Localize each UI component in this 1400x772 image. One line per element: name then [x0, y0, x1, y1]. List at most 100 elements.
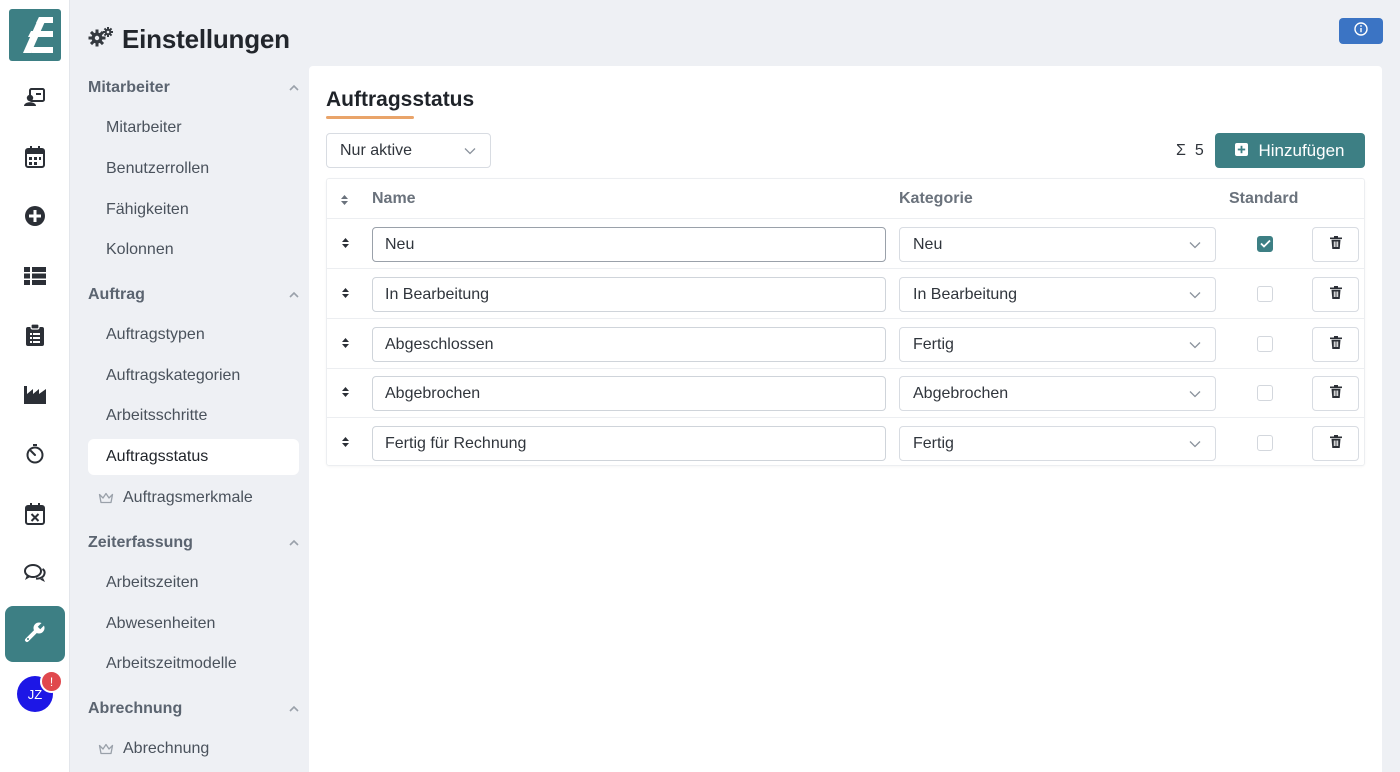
status-name-input[interactable]: [372, 277, 886, 312]
category-value: In Bearbeitung: [913, 285, 1018, 303]
plus-circle-icon: [24, 205, 46, 232]
menu-item-abwesenheiten[interactable]: Abwesenheiten: [88, 606, 299, 642]
trash-icon: [1329, 335, 1342, 354]
menu-item-arbeitszeitmodelle[interactable]: Arbeitszeitmodelle: [88, 646, 299, 682]
category-select[interactable]: Neu: [899, 227, 1216, 262]
rail-timer-button[interactable]: [5, 428, 65, 484]
column-header-name[interactable]: Name: [372, 190, 416, 208]
rail-clipboard-button[interactable]: [5, 309, 65, 365]
info-button[interactable]: [1339, 18, 1383, 44]
page-title-text: Einstellungen: [122, 23, 290, 54]
menu-item-mitarbeiter[interactable]: Mitarbeiter: [88, 110, 299, 146]
rail-list-button[interactable]: [5, 250, 65, 306]
menu-item-label: Benutzerrollen: [106, 160, 210, 177]
app-logo[interactable]: [9, 9, 61, 61]
category-value: Abgebrochen: [913, 384, 1009, 402]
category-value: Neu: [913, 235, 943, 253]
menu-item-auftragstypen[interactable]: Auftragstypen: [88, 317, 299, 353]
section-title: Auftragsstatus: [326, 88, 475, 111]
default-checkbox[interactable]: [1257, 236, 1273, 252]
menu-item-label: Mitarbeiter: [106, 119, 182, 136]
drag-handle-icon[interactable]: [341, 336, 350, 354]
drag-handle-icon[interactable]: [341, 435, 350, 453]
rail-chart-button[interactable]: [5, 369, 65, 425]
crown-icon: [98, 743, 114, 755]
menu-group-zeiterfassung[interactable]: Zeiterfassung: [88, 529, 300, 557]
info-icon: [1354, 21, 1368, 41]
table-row: Neu: [327, 219, 1364, 269]
chevron-up-icon: [288, 534, 300, 552]
status-name-input[interactable]: [372, 426, 886, 461]
rail-calendar-button[interactable]: [5, 131, 65, 187]
default-checkbox[interactable]: [1257, 336, 1273, 352]
rail-add-button[interactable]: [5, 190, 65, 246]
column-header-default[interactable]: Standard: [1229, 190, 1298, 208]
default-checkbox[interactable]: [1257, 385, 1273, 401]
menu-item-label: Arbeitsschritte: [106, 407, 208, 424]
add-button[interactable]: Hinzufügen: [1215, 133, 1365, 168]
category-value: Fertig: [913, 335, 954, 353]
delete-button[interactable]: [1312, 327, 1359, 362]
trash-icon: [1329, 384, 1342, 403]
menu-item-label: Abwesenheiten: [106, 615, 216, 632]
rail-absence-button[interactable]: [5, 488, 65, 544]
menu-item-benutzerrollen[interactable]: Benutzerrollen: [88, 151, 299, 187]
menu-item-label: Kolonnen: [106, 241, 174, 258]
menu-group-auftrag[interactable]: Auftrag: [88, 281, 300, 309]
category-select[interactable]: Fertig: [899, 327, 1216, 362]
sort-icon[interactable]: [340, 193, 349, 211]
status-name-input[interactable]: [372, 227, 886, 262]
menu-group-label: Abrechnung: [88, 700, 183, 717]
table-row: Fertig: [327, 319, 1364, 369]
table-row: In Bearbeitung: [327, 269, 1364, 319]
menu-item-arbeitsschritte[interactable]: Arbeitsschritte: [88, 398, 299, 434]
menu-item-auftragskategorien[interactable]: Auftragskategorien: [88, 358, 299, 394]
chat-icon: [24, 563, 46, 588]
contacts-icon: [24, 87, 46, 112]
chevron-down-icon: [1189, 236, 1201, 254]
table-header: Name Kategorie Standard: [327, 179, 1364, 219]
category-select[interactable]: Abgebrochen: [899, 376, 1216, 411]
wrench-icon: [24, 620, 47, 648]
menu-item-auftragsstatus[interactable]: Auftragsstatus: [88, 439, 299, 475]
column-header-category[interactable]: Kategorie: [899, 190, 973, 208]
trash-icon: [1329, 285, 1342, 304]
default-checkbox[interactable]: [1257, 435, 1273, 451]
menu-item-faehigkeiten[interactable]: Fähigkeiten: [88, 192, 299, 228]
menu-group-label: Zeiterfassung: [88, 534, 193, 551]
default-checkbox[interactable]: [1257, 286, 1273, 302]
menu-item-arbeitszeiten[interactable]: Arbeitszeiten: [88, 565, 299, 601]
menu-item-kolonnen[interactable]: Kolonnen: [88, 232, 299, 268]
menu-item-abrechnung[interactable]: Abrechnung: [88, 731, 299, 767]
timer-icon: [25, 443, 45, 469]
rail-contacts-button[interactable]: [5, 71, 65, 127]
calendar-x-icon: [25, 502, 45, 530]
rail-settings-button[interactable]: [5, 606, 65, 662]
chart-icon: [24, 385, 46, 409]
status-name-input[interactable]: [372, 327, 886, 362]
drag-handle-icon[interactable]: [341, 236, 350, 254]
status-filter-select[interactable]: Nur aktive: [326, 133, 491, 168]
delete-button[interactable]: [1312, 227, 1359, 262]
sigma-icon: Σ: [1176, 142, 1186, 159]
delete-button[interactable]: [1312, 376, 1359, 411]
drag-handle-icon[interactable]: [341, 385, 350, 403]
rail-chat-button[interactable]: [5, 547, 65, 603]
category-select[interactable]: Fertig: [899, 426, 1216, 461]
trash-icon: [1329, 235, 1342, 254]
menu-group-mitarbeiter[interactable]: Mitarbeiter: [88, 74, 300, 102]
category-select[interactable]: In Bearbeitung: [899, 277, 1216, 312]
delete-button[interactable]: [1312, 426, 1359, 461]
notification-badge: !: [40, 670, 63, 693]
chevron-up-icon: [288, 700, 300, 718]
menu-item-auftragsmerkmale[interactable]: Auftragsmerkmale: [88, 480, 299, 516]
status-name-input[interactable]: [372, 376, 886, 411]
chevron-down-icon: [1189, 435, 1201, 453]
drag-handle-icon[interactable]: [341, 286, 350, 304]
delete-button[interactable]: [1312, 277, 1359, 312]
menu-group-label: Auftrag: [88, 286, 145, 303]
menu-group-abrechnung[interactable]: Abrechnung: [88, 695, 300, 723]
total-count: Σ 5: [1176, 140, 1204, 162]
chevron-down-icon: [464, 142, 476, 160]
menu-item-label: Auftragsstatus: [106, 448, 209, 465]
